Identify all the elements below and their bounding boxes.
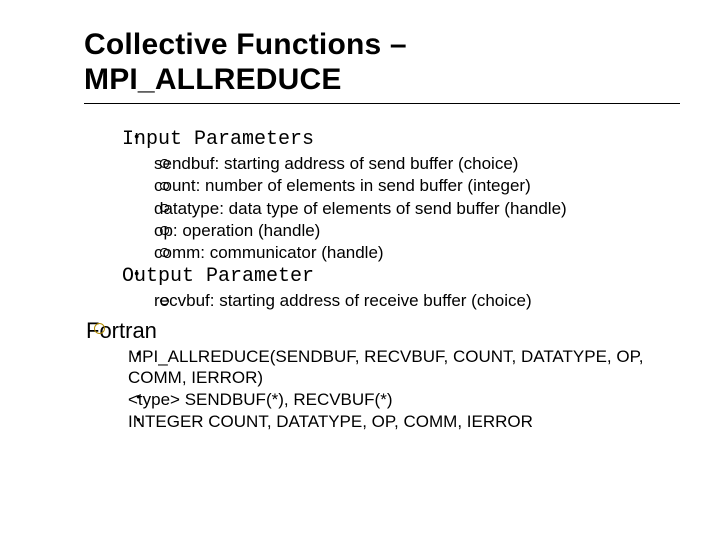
fortran-line-2: <type> SENDBUF(*), RECVBUF(*)	[128, 389, 680, 410]
fortran-line-3: INTEGER COUNT, DATATYPE, OP, COMM, IERRO…	[128, 411, 680, 432]
output-param-recvbuf: recvbuf: starting address of receive buf…	[154, 290, 680, 311]
fortran-sublist: MPI_ALLREDUCE(SENDBUF, RECVBUF, COUNT, D…	[86, 346, 680, 433]
input-param-op: op: operation (handle)	[154, 220, 680, 241]
input-param-sendbuf: sendbuf: starting address of send buffer…	[154, 153, 680, 174]
slide-title: Collective Functions – MPI_ALLREDUCE	[84, 28, 680, 97]
title-line-2: MPI_ALLREDUCE	[84, 63, 342, 96]
input-parameters-sublist: sendbuf: starting address of send buffer…	[122, 153, 680, 263]
input-param-comm: comm: communicator (handle)	[154, 242, 680, 263]
input-param-count: count: number of elements in send buffer…	[154, 175, 680, 196]
title-divider	[84, 103, 680, 104]
circle-bullet-icon	[94, 323, 105, 334]
fortran-line-1: MPI_ALLREDUCE(SENDBUF, RECVBUF, COUNT, D…	[128, 346, 680, 389]
output-parameter-label: Output Parameter	[122, 265, 314, 288]
input-param-datatype: datatype: data type of elements of send …	[154, 198, 680, 219]
title-line-1: Collective Functions –	[84, 28, 407, 61]
fortran-item: Fortran MPI_ALLREDUCE(SENDBUF, RECVBUF, …	[86, 318, 680, 433]
output-parameter-item: Output Parameter recvbuf: starting addre…	[122, 265, 680, 311]
body-list: Input Parameters sendbuf: starting addre…	[84, 128, 680, 312]
slide: Collective Functions – MPI_ALLREDUCE Inp…	[0, 0, 720, 540]
output-parameter-sublist: recvbuf: starting address of receive buf…	[122, 290, 680, 311]
input-parameters-label: Input Parameters	[122, 128, 314, 151]
fortran-list: Fortran MPI_ALLREDUCE(SENDBUF, RECVBUF, …	[56, 318, 680, 433]
input-parameters-item: Input Parameters sendbuf: starting addre…	[122, 128, 680, 263]
